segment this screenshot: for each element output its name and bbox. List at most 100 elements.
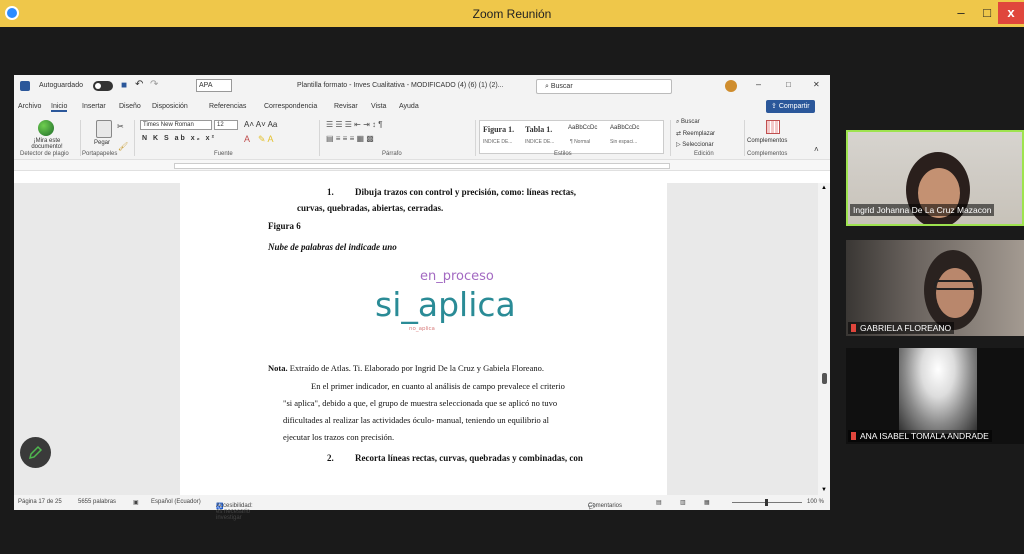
- word-minimize-button[interactable]: –: [756, 79, 761, 89]
- zoom-level[interactable]: 100 %: [807, 499, 824, 505]
- participant-face: [936, 268, 974, 318]
- scrollbar-thumb[interactable]: [822, 373, 827, 384]
- note-text: Extraído de Atlas. Ti. Elaborado por Ing…: [289, 363, 544, 373]
- menu-diseno[interactable]: Diseño: [119, 103, 141, 110]
- annotate-button[interactable]: [20, 437, 51, 468]
- text-color-icon[interactable]: ✎ A: [258, 134, 274, 145]
- group-clipboard-label: Portapapeles: [82, 151, 118, 157]
- find-button[interactable]: ⌕ Buscar: [676, 119, 700, 126]
- figure-caption: Nube de palabras del indicade uno: [268, 242, 397, 252]
- menu-disposicion[interactable]: Disposición: [152, 103, 188, 110]
- scroll-up-icon[interactable]: ▲: [821, 185, 827, 191]
- menu-vista[interactable]: Vista: [371, 103, 386, 110]
- user-avatar[interactable]: [725, 80, 737, 92]
- word-count[interactable]: 5655 palabras: [78, 499, 116, 505]
- share-button[interactable]: ⇪ Compartir: [766, 100, 815, 113]
- group-editing-label: Edición: [694, 151, 714, 157]
- menu-archivo[interactable]: Archivo: [18, 103, 41, 110]
- zoom-close-button[interactable]: x: [998, 2, 1024, 24]
- align-buttons[interactable]: ▤ ≡ ≡ ≡ ▦ ▩: [326, 134, 374, 143]
- read-mode-icon[interactable]: ▤: [656, 499, 662, 506]
- scroll-down-icon[interactable]: ▼: [821, 487, 827, 493]
- search-placeholder: Buscar: [550, 83, 573, 90]
- autosave-toggle[interactable]: [93, 81, 113, 91]
- detector-button-label[interactable]: ¡Mira este documento!: [28, 138, 66, 150]
- word-statusbar: Página 17 de 25 5655 palabras ▣ Español …: [14, 495, 830, 521]
- participant-video-ana[interactable]: ANA ISABEL TOMALA ANDRADE: [846, 348, 1024, 444]
- item2-line1: Recorta líneas rectas, curvas, quebradas…: [355, 453, 583, 463]
- font-size-select[interactable]: 12: [214, 120, 238, 130]
- participant-video-gabriela[interactable]: GABRIELA FLOREANO: [846, 240, 1024, 336]
- plagiarism-globe-icon[interactable]: [38, 120, 54, 136]
- word-maximize-button[interactable]: □: [786, 80, 791, 89]
- language[interactable]: Español (Ecuador): [151, 499, 201, 505]
- format-painter-icon[interactable]: 🖌: [118, 142, 128, 151]
- save-icon[interactable]: ■: [121, 80, 127, 91]
- figure-note: Nota. Extraído de Atlas. Ti. Elaborado p…: [268, 363, 544, 373]
- word-close-button[interactable]: ✕: [813, 80, 820, 89]
- pencil-icon: [28, 445, 43, 460]
- replace-button[interactable]: ⇄ Reemplazar: [676, 130, 715, 137]
- font-grow-icon[interactable]: A˄ A˅ Aa: [244, 120, 277, 129]
- page-count[interactable]: Página 17 de 25: [18, 499, 62, 505]
- list-buttons[interactable]: ☰ ☰ ☰ ⇤ ⇥ ↕ ¶: [326, 120, 383, 129]
- cut-icon[interactable]: ✂: [117, 122, 124, 131]
- web-layout-icon[interactable]: ▦: [704, 499, 710, 506]
- document-title[interactable]: Plantilla formato - Inves Cualitativa - …: [297, 82, 504, 89]
- participant-video-ingrid[interactable]: Ingrid Johanna De La Cruz Mazacon: [846, 130, 1024, 226]
- vertical-scrollbar[interactable]: ▲ ▼: [818, 183, 830, 495]
- menu-correspondencia[interactable]: Correspondencia: [264, 103, 317, 110]
- proofing-icon[interactable]: ▣: [133, 499, 139, 506]
- quick-style-box[interactable]: APA: [196, 79, 232, 92]
- highlight-icon[interactable]: A: [244, 134, 250, 144]
- font-name-select[interactable]: Times New Roman: [140, 120, 212, 130]
- style-normal-sub: ¶ Normal: [570, 139, 591, 145]
- paste-clipboard-icon[interactable]: [96, 120, 112, 138]
- group-styles-label: Estilos: [554, 151, 572, 157]
- zoom-window-title: Zoom Reunión: [472, 7, 552, 21]
- paragraph-line-4: ejecutar los trazos con precisión.: [283, 432, 395, 442]
- document-area: 1. Dibuja trazos con control y precisión…: [14, 183, 830, 495]
- collapse-ribbon-icon[interactable]: ˄: [814, 145, 819, 154]
- addins-icon[interactable]: [766, 120, 780, 134]
- zoom-minimize-button[interactable]: –: [948, 2, 974, 24]
- group-detector-label: Detector de plagio: [20, 151, 69, 157]
- addins-button-label[interactable]: Complementos: [747, 138, 787, 144]
- paragraph-line-2: "si aplica", debido a que, el grupo de m…: [283, 398, 558, 408]
- style-sin-espaciado[interactable]: AaBbCcDc: [610, 125, 639, 131]
- redo-icon[interactable]: ↷: [150, 79, 158, 90]
- wordcloud-no-aplica: no_aplica: [409, 326, 435, 332]
- search-box[interactable]: ⌕ Buscar: [536, 79, 672, 94]
- print-layout-icon[interactable]: ▥: [680, 499, 686, 506]
- glasses-icon: [934, 280, 978, 290]
- select-button[interactable]: ▷ Seleccionar: [676, 141, 714, 148]
- font-format-buttons[interactable]: N K S ab x₂ x²: [142, 135, 216, 142]
- menu-inicio[interactable]: Inicio: [51, 103, 68, 112]
- autosave-label: Autoguardado: [39, 82, 83, 89]
- style-normal[interactable]: AaBbCcDc: [568, 125, 597, 131]
- group-font-label: Fuente: [214, 151, 233, 157]
- zoom-maximize-button[interactable]: □: [974, 2, 1000, 24]
- menu-referencias[interactable]: Referencias: [209, 103, 246, 110]
- style-figura[interactable]: Figura 1.: [483, 125, 514, 134]
- group-addins-label: Complementos: [747, 151, 788, 157]
- document-page[interactable]: 1. Dibuja trazos con control y precisión…: [180, 183, 667, 495]
- wordcloud-si-aplica: si_aplica: [375, 285, 516, 324]
- menu-insertar[interactable]: Insertar: [82, 103, 106, 110]
- mute-icon: [851, 324, 856, 332]
- undo-icon[interactable]: ↶: [135, 79, 143, 90]
- zoom-slider[interactable]: [732, 499, 802, 506]
- paragraph-line-1: En el primer indicador, en cuanto al aná…: [311, 381, 565, 391]
- participant-name: ANA ISABEL TOMALA ANDRADE: [848, 430, 992, 442]
- styles-gallery[interactable]: Figura 1. INDICE DE... Tabla 1. INDICE D…: [479, 120, 664, 154]
- horizontal-ruler[interactable]: [14, 159, 830, 171]
- group-paragraph-label: Párrafo: [382, 151, 402, 157]
- word-menubar: Archivo Inicio Insertar Diseño Disposici…: [14, 97, 830, 117]
- item1-number: 1.: [327, 187, 334, 197]
- style-tabla[interactable]: Tabla 1.: [525, 125, 552, 134]
- menu-ayuda[interactable]: Ayuda: [399, 103, 419, 110]
- word-logo-icon: [20, 81, 30, 91]
- note-bold-label: Nota.: [268, 363, 288, 373]
- paste-button-label[interactable]: Pegar: [94, 140, 110, 146]
- menu-revisar[interactable]: Revisar: [334, 103, 358, 110]
